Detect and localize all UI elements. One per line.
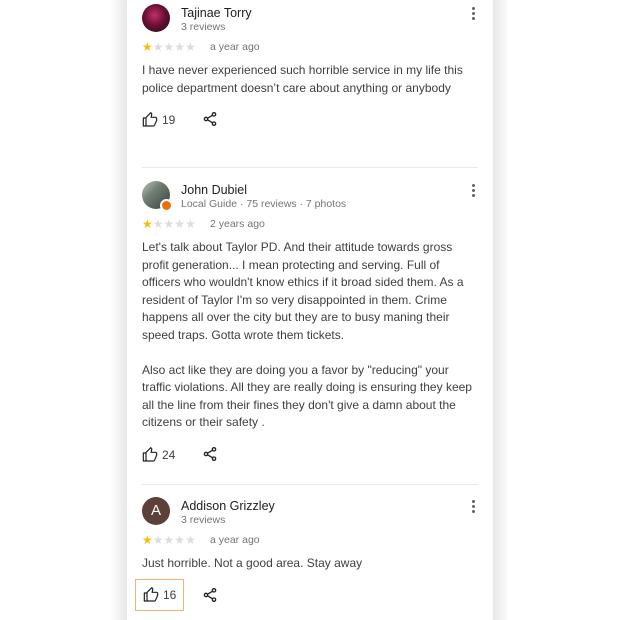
review-card: A Addison Grizzley 3 reviews ★★★★★ a yea… (135, 497, 478, 611)
review-date: a year ago (210, 41, 260, 53)
like-count: 19 (162, 113, 176, 127)
panel-shadow-right (492, 0, 510, 620)
star-filled-icon: ★ (142, 533, 153, 547)
review-card: Tajinae Torry 3 reviews ★★★★★ a year ago… (142, 4, 478, 133)
like-count: 24 (162, 447, 176, 462)
review-card: John Dubiel Local Guide · 75 reviews · 7… (142, 181, 478, 468)
review-actions: 19 (142, 109, 478, 133)
star-rating: ★★★★★ (142, 533, 196, 547)
avatar[interactable] (142, 4, 170, 32)
star-empty-icon: ★ (152, 40, 164, 54)
review-header: Tajinae Torry 3 reviews (142, 4, 478, 36)
review-text: I have never experienced such horrible s… (142, 63, 463, 95)
panel-shadow-left (110, 0, 128, 620)
review-date: a year ago (210, 534, 260, 546)
more-vert-icon[interactable] (468, 184, 478, 200)
more-vert-icon[interactable] (468, 500, 478, 516)
screen: Tajinae Torry 3 reviews ★★★★★ a year ago… (0, 0, 620, 620)
rating-row: ★★★★★ a year ago (142, 40, 478, 56)
divider (142, 484, 478, 485)
star-empty-icon: ★ (185, 533, 196, 547)
share-button[interactable] (202, 446, 218, 462)
reviewer-name[interactable]: Tajinae Torry (181, 6, 252, 20)
share-button[interactable] (202, 111, 218, 127)
star-empty-icon: ★ (152, 533, 164, 547)
reviewer-name[interactable]: John Dubiel (181, 183, 247, 197)
reviewer-meta: 3 reviews (181, 514, 226, 526)
reviewer-meta: 3 reviews (181, 21, 226, 33)
avatar[interactable] (142, 181, 173, 212)
reviews-panel[interactable]: Tajinae Torry 3 reviews ★★★★★ a year ago… (127, 0, 493, 620)
review-date: 2 years ago (210, 218, 265, 230)
thumb-up-icon (143, 586, 159, 602)
star-empty-icon: ★ (185, 217, 196, 231)
more-vert-icon[interactable] (468, 7, 478, 23)
thumb-up-icon (142, 446, 158, 462)
rating-row: ★★★★★ a year ago (142, 533, 478, 549)
local-guide-badge-icon (160, 199, 173, 212)
thumb-up-icon (142, 112, 158, 127)
share-icon (203, 112, 217, 126)
rating-row: ★★★★★ 2 years ago (142, 217, 478, 233)
avatar[interactable]: A (142, 497, 170, 525)
like-button[interactable]: 24 (142, 444, 175, 466)
star-empty-icon: ★ (174, 40, 186, 54)
share-button[interactable] (202, 587, 218, 603)
star-empty-icon: ★ (163, 533, 175, 547)
star-filled-icon: ★ (142, 40, 153, 54)
star-empty-icon: ★ (152, 217, 164, 231)
star-empty-icon: ★ (174, 217, 186, 231)
share-icon (203, 446, 217, 461)
divider (142, 167, 478, 168)
review-text: Let's talk about Taylor PD. And their at… (142, 240, 472, 429)
share-icon (203, 587, 217, 602)
star-empty-icon: ★ (174, 533, 186, 547)
star-empty-icon: ★ (185, 40, 196, 54)
review-header: A Addison Grizzley 3 reviews (142, 497, 478, 529)
star-empty-icon: ★ (163, 40, 175, 54)
star-empty-icon: ★ (163, 217, 175, 231)
review-header: John Dubiel Local Guide · 75 reviews · 7… (142, 181, 478, 213)
review-actions: 16 (135, 578, 478, 611)
like-button[interactable]: 19 (142, 109, 175, 131)
star-rating: ★★★★★ (142, 217, 196, 231)
star-rating: ★★★★★ (142, 40, 196, 54)
like-count: 16 (163, 587, 177, 602)
review-actions: 24 (142, 444, 478, 468)
like-button[interactable]: 16 (135, 578, 185, 611)
reviewer-name[interactable]: Addison Grizzley (181, 499, 275, 513)
review-text: Just horrible. Not a good area. Stay awa… (142, 556, 363, 570)
star-filled-icon: ★ (142, 217, 153, 231)
reviewer-meta: Local Guide · 75 reviews · 7 photos (181, 198, 347, 210)
